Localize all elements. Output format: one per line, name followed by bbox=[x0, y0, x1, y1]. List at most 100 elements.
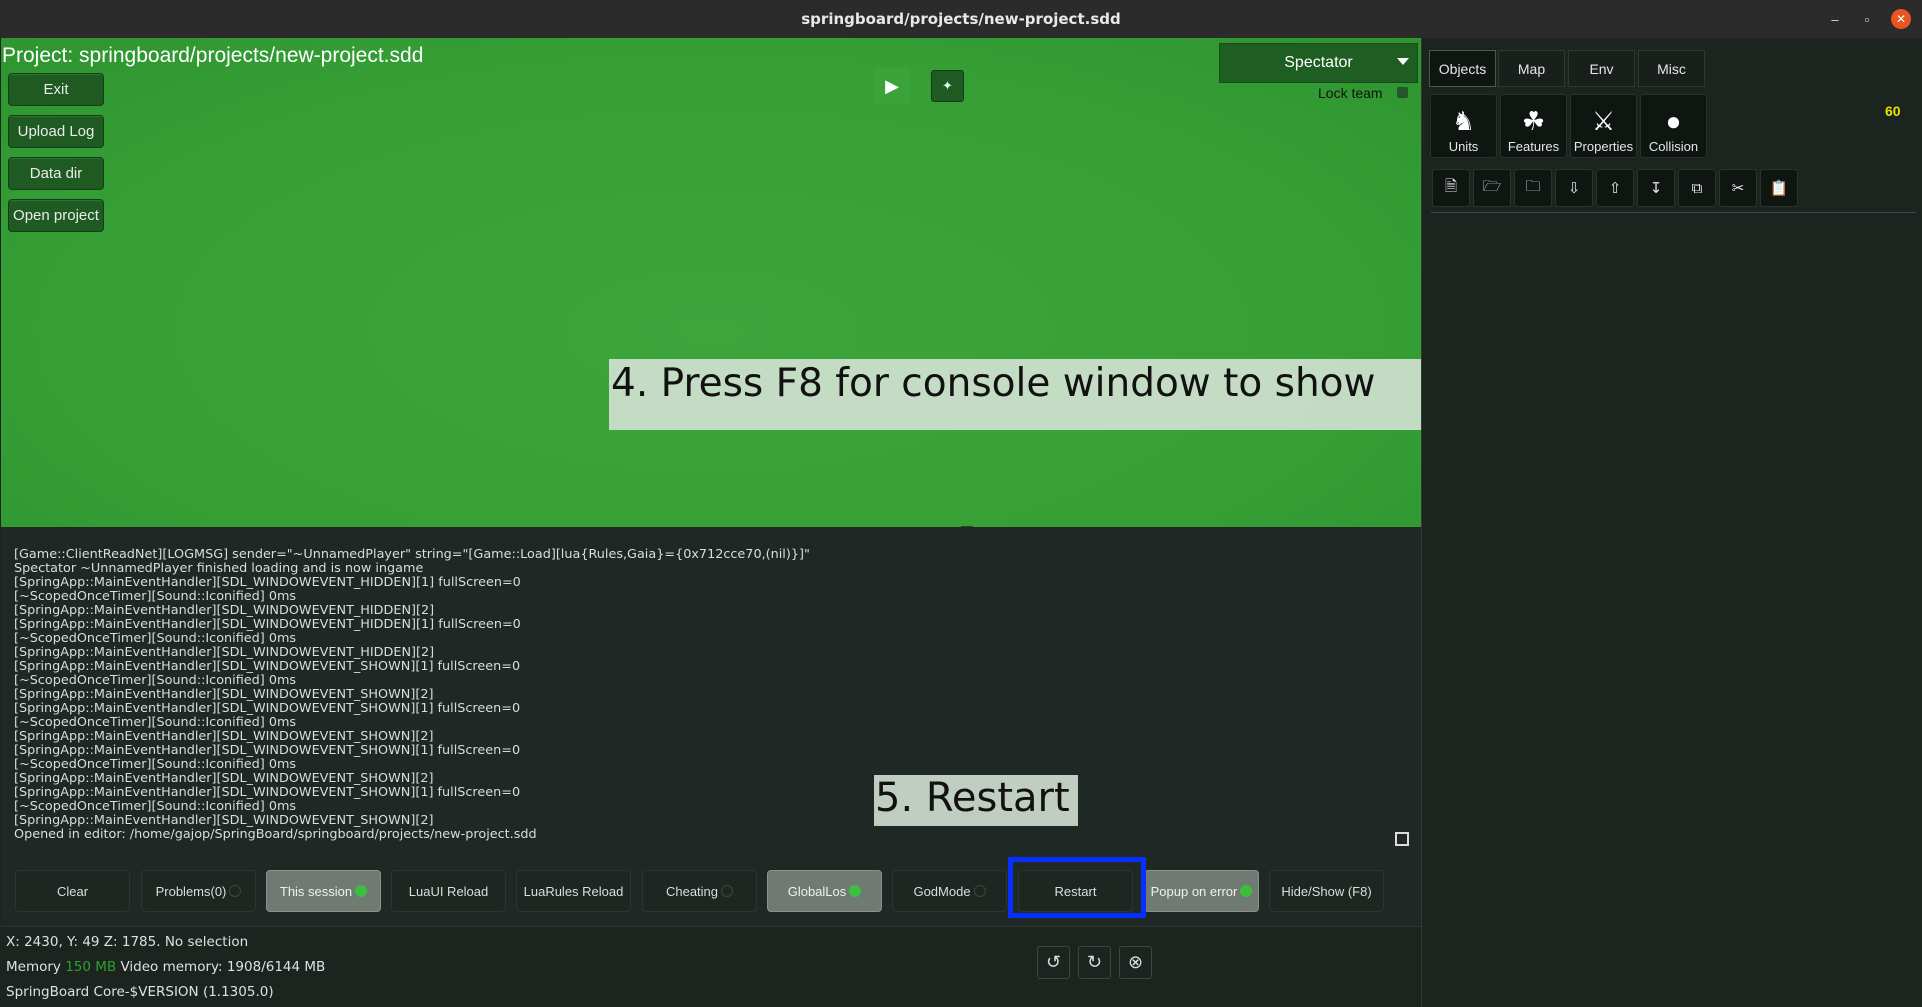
game-viewport[interactable] bbox=[1, 38, 1421, 527]
upload-log-button[interactable]: Upload Log bbox=[8, 115, 104, 148]
memory-label: Memory bbox=[6, 959, 61, 975]
console-line: [~ScopedOnceTimer][Sound::Iconified] 0ms bbox=[14, 715, 297, 730]
coords-status: X: 2430, Y: 49 Z: 1785. No selection bbox=[6, 934, 249, 950]
collision-button[interactable]: ● Collision bbox=[1640, 94, 1707, 158]
tab-env[interactable]: Env bbox=[1568, 50, 1635, 87]
units-button[interactable]: ♞ Units bbox=[1430, 94, 1497, 158]
tree-icon: ☘ bbox=[1521, 106, 1546, 136]
cut-button[interactable]: ✂ bbox=[1719, 169, 1757, 207]
luaui-reload-button[interactable]: LuaUI Reload bbox=[391, 870, 506, 912]
console-line: [~ScopedOnceTimer][Sound::Iconified] 0ms bbox=[14, 673, 297, 688]
fps-counter: 60 bbox=[1885, 103, 1901, 119]
maximize-icon[interactable]: ▫ bbox=[1857, 9, 1877, 29]
problems-label: Problems(0) bbox=[155, 883, 227, 899]
properties-icon: ⚔ bbox=[1591, 106, 1616, 136]
redo-button[interactable]: ↻ bbox=[1078, 946, 1111, 979]
godmode-toggle-icon bbox=[973, 885, 986, 897]
undo-button[interactable]: ↺ bbox=[1037, 946, 1070, 979]
export-button[interactable]: ⇧ bbox=[1596, 169, 1634, 207]
console-line: [SpringApp::MainEventHandler][SDL_WINDOW… bbox=[14, 659, 521, 674]
new-file-icon: 🗎 bbox=[1444, 177, 1458, 195]
cheating-button[interactable]: Cheating bbox=[642, 870, 757, 912]
new-file-button[interactable]: 🗎 bbox=[1432, 169, 1470, 207]
redo-icon: ↻ bbox=[1086, 952, 1103, 972]
console-line: [SpringApp::MainEventHandler][SDL_WINDOW… bbox=[14, 729, 434, 744]
minimize-icon[interactable]: – bbox=[1825, 9, 1845, 29]
godmode-label: GodMode bbox=[913, 883, 971, 899]
globallos-button[interactable]: GlobalLos bbox=[767, 870, 882, 912]
copy-button[interactable]: ⧉ bbox=[1678, 169, 1716, 207]
save-button[interactable]: ↧ bbox=[1637, 169, 1675, 207]
open-folder-button[interactable]: 🗁 bbox=[1473, 169, 1511, 207]
console-line: Spectator ~UnnamedPlayer finished loadin… bbox=[14, 561, 424, 576]
popup-on-error-toggle-icon bbox=[1240, 885, 1253, 897]
clear-button[interactable]: Clear bbox=[15, 870, 130, 912]
collision-label: Collision bbox=[1648, 139, 1699, 154]
globallos-label: GlobalLos bbox=[787, 883, 847, 899]
console-line: [SpringApp::MainEventHandler][SDL_WINDOW… bbox=[14, 603, 435, 618]
close-icon[interactable]: ✕ bbox=[1891, 9, 1911, 29]
window-title: springboard/projects/new-project.sdd bbox=[801, 10, 1121, 28]
console-line: [SpringApp::MainEventHandler][SDL_WINDOW… bbox=[14, 743, 521, 758]
window-titlebar: springboard/projects/new-project.sdd bbox=[0, 0, 1922, 38]
this-session-label: This session bbox=[279, 883, 353, 899]
undo-icon: ↺ bbox=[1045, 952, 1062, 972]
tool-button[interactable]: ✦ bbox=[931, 70, 964, 102]
video-memory: Video memory: 1908/6144 MB bbox=[120, 959, 326, 975]
expand-icon[interactable] bbox=[1395, 832, 1409, 846]
memory-value: 150 MB bbox=[65, 959, 117, 975]
copy-icon: ⧉ bbox=[1691, 179, 1703, 197]
divider bbox=[0, 926, 1421, 927]
import-icon: ⇩ bbox=[1567, 180, 1581, 197]
paste-icon: 📋 bbox=[1769, 180, 1789, 197]
paste-button[interactable]: 📋 bbox=[1760, 169, 1798, 207]
import-button[interactable]: ⇩ bbox=[1555, 169, 1593, 207]
data-dir-button[interactable]: Data dir bbox=[8, 157, 104, 190]
features-button[interactable]: ☘ Features bbox=[1500, 94, 1567, 158]
problems-toggle-icon bbox=[229, 885, 242, 897]
this-session-button[interactable]: This session bbox=[266, 870, 381, 912]
console-line: [SpringApp::MainEventHandler][SDL_WINDOW… bbox=[14, 687, 434, 702]
tab-map[interactable]: Map bbox=[1498, 50, 1565, 87]
clear-history-button[interactable]: ⊗ bbox=[1119, 946, 1152, 979]
luarules-reload-button[interactable]: LuaRules Reload bbox=[516, 870, 631, 912]
cheating-label: Cheating bbox=[665, 883, 719, 899]
step-4-caption: 4. Press F8 for console window to show bbox=[609, 359, 1424, 430]
tab-objects[interactable]: Objects bbox=[1429, 50, 1496, 87]
console-line: [~ScopedOnceTimer][Sound::Iconified] 0ms bbox=[14, 589, 297, 604]
team-select[interactable]: Spectator bbox=[1219, 43, 1418, 83]
godmode-button[interactable]: GodMode bbox=[892, 870, 1007, 912]
console-line: [SpringApp::MainEventHandler][SDL_WINDOW… bbox=[14, 645, 435, 660]
scissors-icon: ✂ bbox=[1731, 180, 1745, 197]
wand-icon: ✦ bbox=[942, 78, 953, 93]
step-5-caption: 5. Restart bbox=[874, 775, 1078, 826]
lock-team-label: Lock team bbox=[1318, 85, 1383, 101]
console-line: [~ScopedOnceTimer][Sound::Iconified] 0ms bbox=[14, 757, 297, 772]
cheating-toggle-icon bbox=[721, 885, 734, 897]
console-line: [Game::ClientReadNet][LOGMSG] sender="~U… bbox=[14, 547, 810, 562]
play-button[interactable]: ▶ bbox=[873, 68, 911, 104]
toolbar-divider bbox=[1431, 212, 1916, 213]
console-line: [~ScopedOnceTimer][Sound::Iconified] 0ms bbox=[14, 631, 297, 646]
properties-button[interactable]: ⚔ Properties bbox=[1570, 94, 1637, 158]
console-line: [SpringApp::MainEventHandler][SDL_WINDOW… bbox=[14, 575, 521, 590]
team-select-value: Spectator bbox=[1284, 54, 1353, 71]
chevron-down-icon bbox=[1397, 58, 1409, 65]
hide-show-button[interactable]: Hide/Show (F8) bbox=[1269, 870, 1384, 912]
this-session-toggle-icon bbox=[355, 885, 368, 897]
popup-on-error-button[interactable]: Popup on error bbox=[1144, 870, 1259, 912]
export-icon: ⇧ bbox=[1608, 180, 1622, 197]
features-label: Features bbox=[1507, 139, 1560, 154]
problems-button[interactable]: Problems(0) bbox=[141, 870, 256, 912]
restart-highlight-box bbox=[1008, 857, 1146, 918]
folder-icon: 🗀 bbox=[1525, 177, 1541, 195]
collision-icon: ● bbox=[1665, 106, 1682, 136]
open-project-button[interactable]: Open project bbox=[8, 199, 104, 232]
project-label: Project: springboard/projects/new-projec… bbox=[2, 44, 424, 67]
tab-misc[interactable]: Misc bbox=[1638, 50, 1705, 87]
console-line: [SpringApp::MainEventHandler][SDL_WINDOW… bbox=[14, 701, 521, 716]
exit-button[interactable]: Exit bbox=[8, 73, 104, 106]
lock-team-checkbox[interactable] bbox=[1397, 87, 1408, 98]
folder-button[interactable]: 🗀 bbox=[1514, 169, 1552, 207]
cancel-icon: ⊗ bbox=[1127, 952, 1144, 972]
